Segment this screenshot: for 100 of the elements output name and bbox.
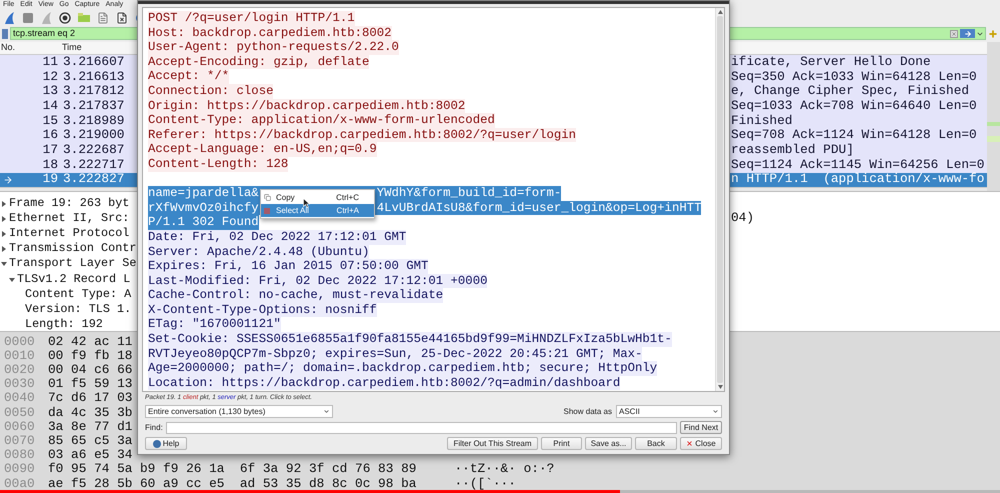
caret-icon <box>323 408 330 415</box>
shark-fin-icon[interactable] <box>4 12 15 24</box>
copy-icon <box>264 194 271 201</box>
hex-bytes: 03 a6 e5 34 <box>47 449 134 462</box>
hex-ascii: ··([`··· <box>454 478 516 490</box>
table-cell-text: Seq=1124 Ack=1145 Win=64256 Len=0 <box>731 158 986 172</box>
hex-ascii: ··tZ··&· o:·? <box>454 463 554 476</box>
table-cell-text: 12 <box>42 70 58 84</box>
hex-offset: 0080 <box>3 449 36 462</box>
find-field[interactable] <box>166 422 677 434</box>
table-cell-text: 15 <box>42 114 58 128</box>
table-cell-text: reassembled PDU] <box>731 144 855 157</box>
scroll-down-icon[interactable] <box>718 385 722 389</box>
menu-item[interactable]: Select All Ctrl+A <box>261 204 374 217</box>
table-cell-text: 3.216607 <box>62 56 126 69</box>
hex-bytes: 60 a9 cc e5 ad 53 35 d8 8c 0c 98 ba <box>140 478 416 490</box>
mouse-cursor-icon <box>303 198 310 208</box>
hex-bytes: 01 f5 59 13 <box>47 378 134 392</box>
apply-filter-button[interactable] <box>960 29 975 38</box>
hex-bytes: 3a 8e 77 d1 <box>47 420 134 434</box>
column-header[interactable]: Time <box>62 41 82 55</box>
hex-offset: 0090 <box>3 463 36 476</box>
target-icon[interactable] <box>59 12 71 24</box>
collapsed-arrow-icon[interactable] <box>1 216 7 222</box>
find-next-button[interactable]: Find Next <box>680 421 722 434</box>
tree-item[interactable]: TLSv1.2 Record L <box>17 274 130 286</box>
close-icon <box>686 440 694 447</box>
hex-bytes: 7c d6 17 03 <box>47 392 134 406</box>
hex-bytes: da 4c 35 3b <box>47 406 134 420</box>
hex-offset: 0030 <box>3 378 36 392</box>
tree-item[interactable]: Ethernet II, Src: <box>9 212 130 225</box>
arrow-icon <box>964 30 972 38</box>
expanded-arrow-icon[interactable] <box>9 276 15 283</box>
file-icon[interactable] <box>97 12 109 24</box>
select-all-icon <box>264 208 270 214</box>
tree-item[interactable]: Transmission Contr <box>9 243 136 256</box>
hex-bytes: 02 42 ac 11 <box>47 336 134 348</box>
hex-bytes: b9 f9 26 1a 6f 3a 92 3f cd 76 83 89 <box>140 463 416 476</box>
tree-item[interactable]: Version: TLS 1. <box>25 304 132 316</box>
conversation-dropdown[interactable]: Entire conversation (1,130 bytes) <box>145 405 333 418</box>
table-cell-text: 11 <box>42 56 58 69</box>
hex-bytes: 85 65 c5 3a <box>47 435 134 448</box>
column-header[interactable]: No. <box>0 41 62 55</box>
tree-item-text: 04) <box>731 212 754 226</box>
collapsed-arrow-icon[interactable] <box>1 246 7 252</box>
table-cell-text: 3.217837 <box>62 100 126 113</box>
table-cell-text: 13 <box>42 85 58 98</box>
hex-offset: 0060 <box>3 420 36 434</box>
dialog-button[interactable]: Filter Out This Stream <box>447 437 538 450</box>
hex-offset: 0020 <box>3 364 36 377</box>
help-icon <box>152 440 161 448</box>
hex-offset: 0050 <box>3 406 36 420</box>
table-cell-text: Seq=1033 Ack=708 Win=64640 Len=0 <box>731 100 978 113</box>
hex-offset: 0010 <box>3 350 36 363</box>
table-cell-text: 3.222827 <box>62 173 126 186</box>
dialog-button[interactable]: Back <box>635 437 677 450</box>
tree-item[interactable]: Internet Protocol <box>9 228 130 240</box>
hex-bytes: ae f5 28 5b <box>47 478 134 490</box>
hex-bytes: 00 f9 fb 18 <box>47 350 134 363</box>
find-label: Find: <box>145 422 163 434</box>
table-cell-text: 3.222717 <box>62 158 126 172</box>
table-cell-text: 16 <box>42 129 58 142</box>
help-button[interactable]: Help <box>145 437 187 450</box>
table-cell-text: Finished <box>731 114 792 128</box>
hex-bytes: 00 04 c6 66 <box>47 364 134 377</box>
table-cell-text: 17 <box>42 144 58 157</box>
tree-item[interactable]: Transport Layer Se <box>9 258 136 270</box>
close-button[interactable]: Close <box>680 437 722 450</box>
vertical-scrollbar[interactable] <box>715 8 724 391</box>
hex-offset: 0040 <box>3 392 36 406</box>
collapsed-arrow-icon[interactable] <box>1 200 7 207</box>
tree-item[interactable]: Content Type: A <box>25 288 132 301</box>
table-cell-text: 19 <box>42 173 58 186</box>
hex-offset: 0000 <box>3 336 36 348</box>
caret-icon <box>712 408 719 415</box>
table-cell-text: ificate, Server Hello Done <box>731 56 932 69</box>
table-cell-text: n HTTP/1.1 (application/x-www-fo <box>731 173 986 186</box>
hex-bytes: f0 95 74 5a <box>47 463 134 476</box>
arrow-icon <box>3 174 13 185</box>
table-cell-text: 3.216613 <box>62 70 126 84</box>
expanded-arrow-icon[interactable] <box>1 261 7 268</box>
dialog-button[interactable]: Save as... <box>585 437 632 450</box>
table-cell-text: 3.218989 <box>62 114 126 128</box>
clear-icon[interactable] <box>950 30 958 38</box>
tree-item[interactable]: Length: 192 <box>25 319 103 331</box>
table-cell-text: 14 <box>42 100 58 113</box>
hex-offset: 0070 <box>3 435 36 448</box>
table-cell-text: 3.222687 <box>62 144 126 157</box>
table-cell-text: 3.219000 <box>62 129 126 142</box>
vertical-scrollbar[interactable] <box>987 42 1000 191</box>
close-file-icon[interactable] <box>116 12 128 24</box>
table-cell-text: 3.217812 <box>62 85 126 98</box>
dialog-button[interactable]: Print <box>541 437 582 450</box>
tree-item[interactable]: Frame 19: 263 byt <box>9 198 130 210</box>
table-cell-text: e, Change Cipher Spec, Finished <box>731 85 970 98</box>
bookmark-icon[interactable] <box>2 28 8 38</box>
show-data-dropdown[interactable]: ASCII <box>616 405 722 418</box>
table-cell-text: Seq=350 Ack=1033 Win=64128 Len=0 <box>731 70 978 84</box>
collapsed-arrow-icon[interactable] <box>1 230 7 237</box>
stop-icon[interactable] <box>22 12 34 24</box>
